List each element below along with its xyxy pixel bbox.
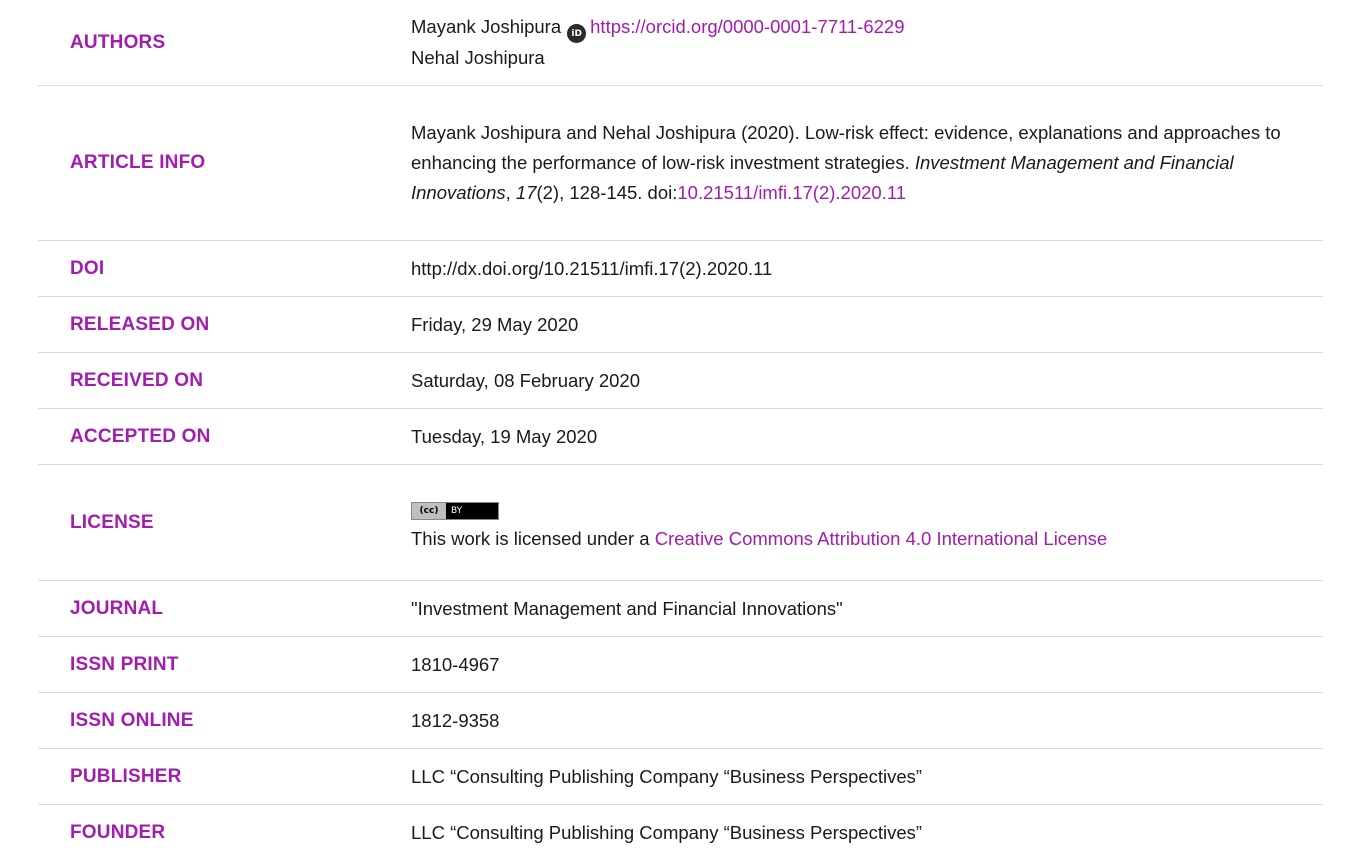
label-issn-online: ISSN ONLINE — [70, 709, 194, 731]
label-issn-print: ISSN PRINT — [70, 653, 179, 675]
label-accepted-on: ACCEPTED ON — [70, 425, 211, 447]
value-issn-online: 1812-9358 — [411, 709, 500, 731]
value-journal: "Investment Management and Financial Inn… — [411, 597, 843, 619]
value-released-on: Friday, 29 May 2020 — [411, 313, 579, 335]
value-founder: LLC “Consulting Publishing Company “Busi… — [411, 821, 923, 843]
row-accepted-on: ACCEPTED ON Tuesday, 19 May 2020 — [38, 409, 1323, 465]
label-released-on: RELEASED ON — [70, 313, 210, 335]
label-doi: DOI — [70, 257, 105, 279]
row-license: LICENSE (cc) BY This work is licensed un… — [38, 465, 1323, 581]
cc-by-badge-icon[interactable]: (cc) BY — [411, 501, 499, 520]
value-issn-print: 1810-4967 — [411, 653, 500, 675]
row-issn-online: ISSN ONLINE 1812-9358 — [38, 693, 1323, 749]
value-authors: Mayank Joshipura iD https://orcid.org/0000… — [411, 0, 1323, 85]
row-authors: AUTHORS Mayank Joshipura iD https://orcid.… — [38, 0, 1323, 86]
author-name: Mayank Joshipura — [411, 15, 562, 37]
citation-text: Mayank Joshipura and Nehal Joshipura (20… — [411, 122, 1281, 203]
citation-doi-link[interactable]: 10.21511/imfi.17(2).2020.11 — [677, 182, 906, 203]
value-article-info: Mayank Joshipura and Nehal Joshipura (20… — [411, 86, 1323, 240]
label-journal: JOURNAL — [70, 597, 164, 619]
value-publisher: LLC “Consulting Publishing Company “Busi… — [411, 765, 923, 787]
value-received-on: Saturday, 08 February 2020 — [411, 369, 640, 391]
license-link[interactable]: Creative Commons Attribution 4.0 Interna… — [655, 528, 1107, 549]
row-article-info: ARTICLE INFO Mayank Joshipura and Nehal … — [38, 86, 1323, 241]
row-journal: JOURNAL "Investment Management and Finan… — [38, 581, 1323, 637]
label-received-on: RECEIVED ON — [70, 369, 204, 391]
row-doi: DOI http://dx.doi.org/10.21511/imfi.17(2… — [38, 241, 1323, 297]
value-accepted-on: Tuesday, 19 May 2020 — [411, 425, 598, 447]
label-license: LICENSE — [70, 511, 154, 533]
label-publisher: PUBLISHER — [70, 765, 182, 787]
license-text: This work is licensed under a Creative C… — [411, 527, 1108, 549]
orcid-link[interactable]: https://orcid.org/0000-0001-7711-6229 — [590, 16, 904, 37]
author-name: Nehal Joshipura — [411, 47, 545, 69]
row-released-on: RELEASED ON Friday, 29 May 2020 — [38, 297, 1323, 353]
value-doi: http://dx.doi.org/10.21511/imfi.17(2).20… — [411, 257, 773, 279]
row-received-on: RECEIVED ON Saturday, 08 February 2020 — [38, 353, 1323, 409]
row-publisher: PUBLISHER LLC “Consulting Publishing Com… — [38, 749, 1323, 805]
row-issn-print: ISSN PRINT 1810-4967 — [38, 637, 1323, 693]
row-founder: FOUNDER LLC “Consulting Publishing Compa… — [38, 805, 1323, 860]
label-founder: FOUNDER — [70, 821, 166, 843]
orcid-icon[interactable]: iD — [567, 24, 587, 44]
citation-volume: 17 — [515, 182, 537, 203]
value-license: (cc) BY This work is licensed under a Cr… — [411, 465, 1323, 580]
label-article-info: ARTICLE INFO — [70, 152, 206, 173]
label-authors: AUTHORS — [70, 31, 166, 53]
article-metadata-page: AUTHORS Mayank Joshipura iD https://orcid.… — [0, 0, 1361, 860]
